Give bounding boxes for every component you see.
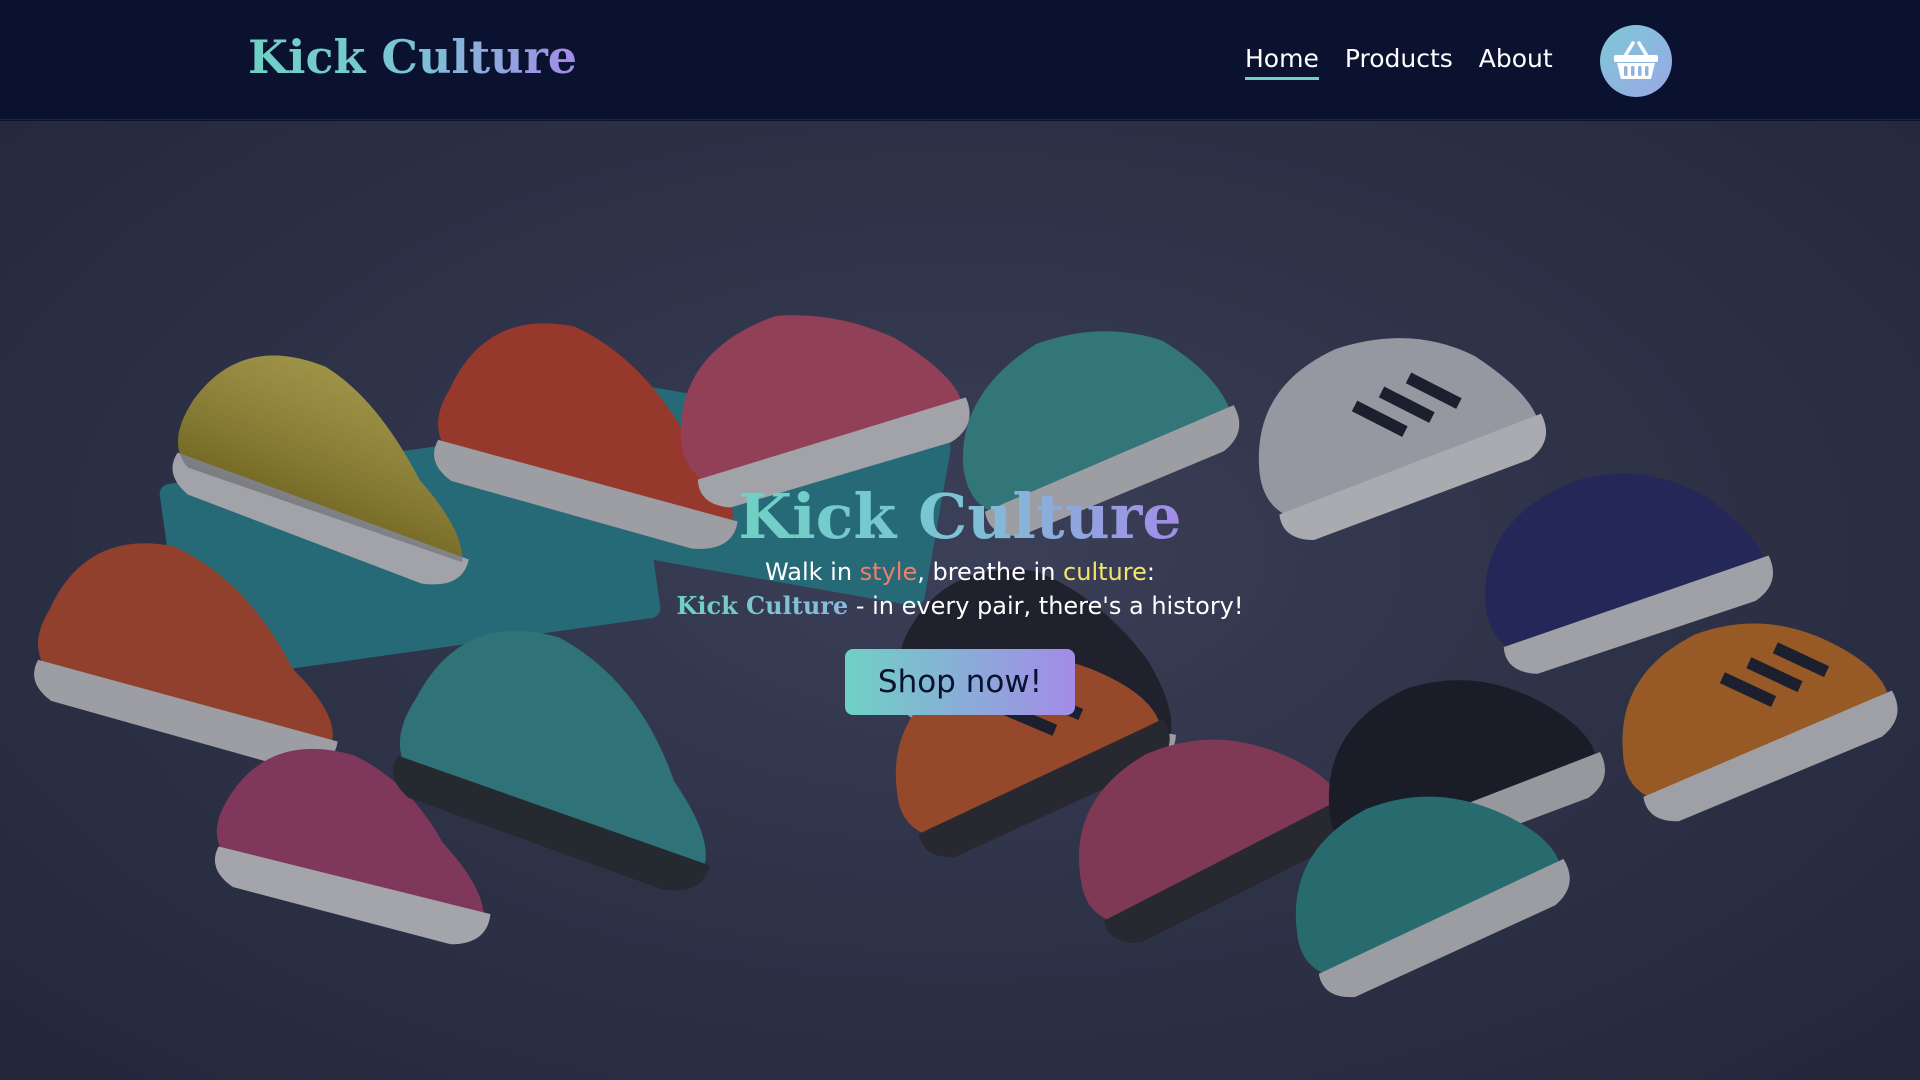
tagline-culture-word: culture <box>1063 558 1147 586</box>
tagline-brand-name: Kick Culture <box>676 591 849 620</box>
tagline-text: , breathe in <box>917 558 1064 586</box>
basket-icon <box>1614 41 1658 79</box>
tagline-text: - in every pair, there's a history! <box>848 592 1244 620</box>
hero-content: Kick Culture Walk in style, breathe in c… <box>0 481 1920 715</box>
site-logo[interactable]: Kick Culture <box>248 30 577 84</box>
main-nav: Home Products About <box>1245 44 1553 80</box>
tagline-style-word: style <box>859 558 918 586</box>
site-header: Kick Culture Home Products About <box>0 0 1920 120</box>
shop-now-button[interactable]: Shop now! <box>845 649 1075 715</box>
hero-tagline-line2: Kick Culture - in every pair, there's a … <box>0 591 1920 621</box>
tagline-text: : <box>1146 558 1155 586</box>
tagline-text: Walk in <box>765 558 860 586</box>
hero-section: Kick Culture Walk in style, breathe in c… <box>0 121 1920 1080</box>
hero-tagline-line1: Walk in style, breathe in culture: <box>0 557 1920 587</box>
cart-button[interactable] <box>1600 25 1672 97</box>
nav-products-link[interactable]: Products <box>1345 44 1453 80</box>
nav-about-link[interactable]: About <box>1479 44 1553 80</box>
nav-home-link[interactable]: Home <box>1245 44 1319 80</box>
hero-title: Kick Culture <box>738 480 1182 553</box>
